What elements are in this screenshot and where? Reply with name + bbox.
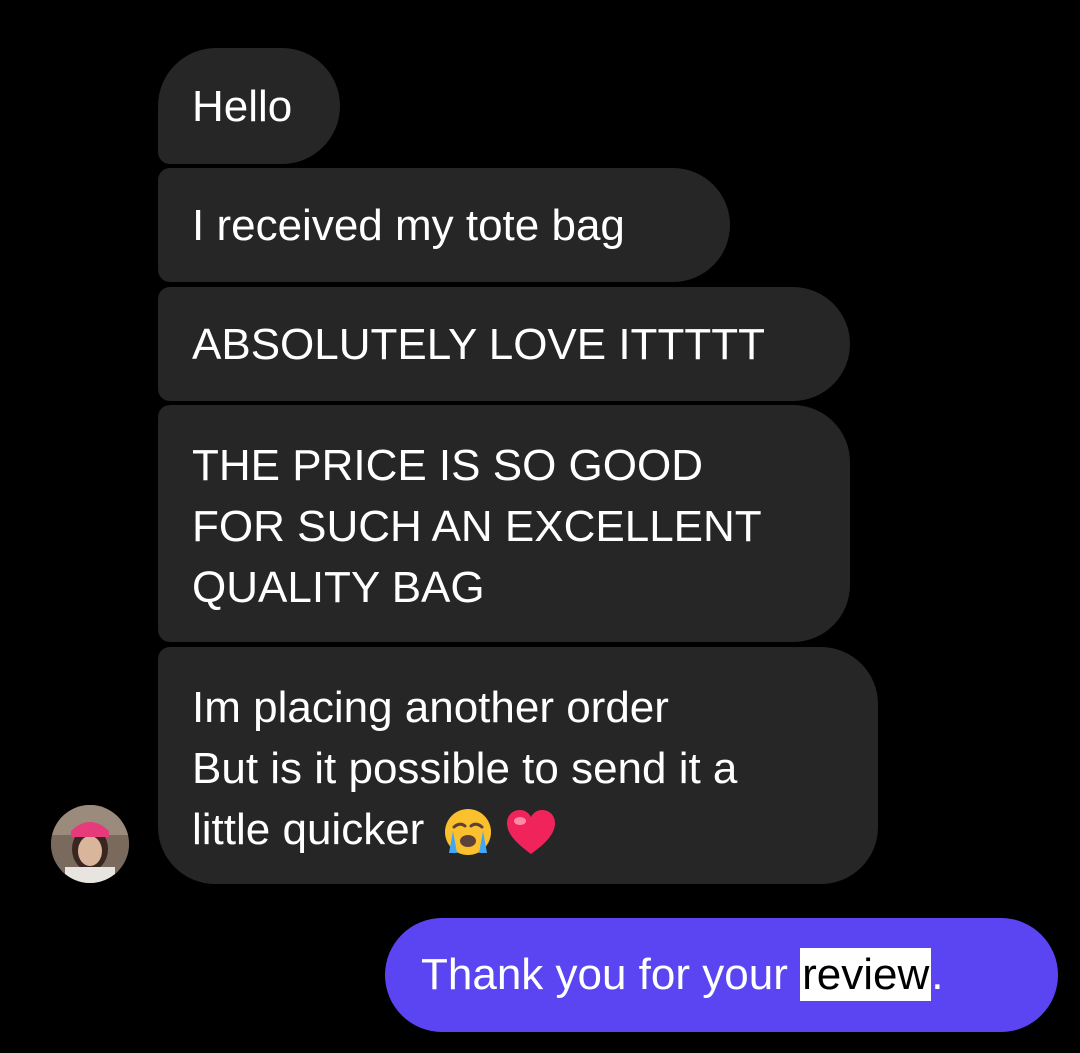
message-text-line: FOR SUCH AN EXCELLENT [192, 502, 762, 551]
selected-text[interactable]: review [800, 948, 932, 1001]
avatar-image [51, 805, 129, 883]
sent-message[interactable]: Thank you for your review. [385, 918, 1058, 1032]
received-message[interactable]: I received my tote bag [158, 168, 730, 282]
sent-message-punctuation: . [931, 950, 944, 999]
received-message[interactable]: Im placing another order But is it possi… [158, 647, 878, 884]
message-text-line: But is it possible to send it a [192, 744, 738, 793]
received-message[interactable]: Hello [158, 48, 340, 164]
sender-avatar[interactable] [51, 805, 129, 883]
message-text-fragment: little quicker [192, 805, 425, 854]
message-text-line: QUALITY BAG [192, 563, 485, 612]
message-text: ABSOLUTELY LOVE ITTTTT [192, 320, 765, 369]
crying-face-emoji [444, 809, 491, 856]
message-text-line: THE PRICE IS SO GOOD [192, 441, 703, 490]
message-text-line-with-emoji: little quicker [192, 799, 844, 860]
heart-emoji [506, 810, 555, 855]
received-message[interactable]: ABSOLUTELY LOVE ITTTTT [158, 287, 850, 401]
sent-message-text: Thank you for your [421, 950, 801, 999]
message-text-line: Im placing another order [192, 683, 669, 732]
message-text: I received my tote bag [192, 201, 625, 250]
received-message[interactable]: THE PRICE IS SO GOOD FOR SUCH AN EXCELLE… [158, 405, 850, 642]
message-text: Hello [192, 82, 293, 131]
